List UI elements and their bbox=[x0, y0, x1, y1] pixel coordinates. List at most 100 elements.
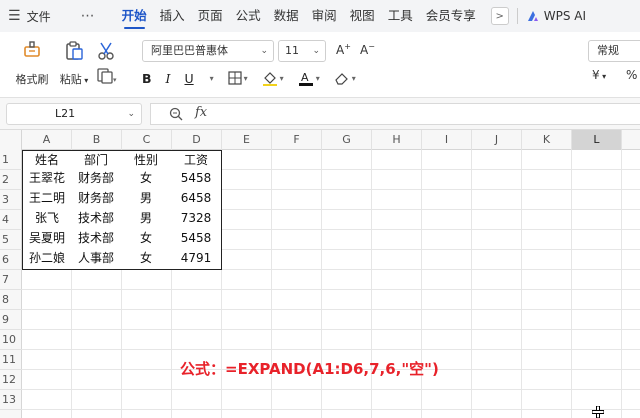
menu-separator bbox=[516, 8, 518, 24]
table-cell[interactable]: 女 bbox=[121, 229, 172, 250]
table-cell[interactable]: 女 bbox=[121, 249, 172, 270]
format-painter-button[interactable]: 格式刷 bbox=[12, 40, 52, 87]
column-header-d[interactable]: D bbox=[172, 130, 222, 150]
table-cell[interactable]: 4791 bbox=[171, 249, 222, 270]
select-all-corner[interactable] bbox=[0, 130, 22, 150]
table-cell[interactable]: 男 bbox=[121, 209, 172, 230]
tab-tools[interactable]: 工具 bbox=[388, 0, 413, 32]
table-cell[interactable]: 5458 bbox=[171, 229, 222, 250]
tab-data[interactable]: 数据 bbox=[274, 0, 299, 32]
table-cell[interactable]: 5458 bbox=[171, 169, 222, 190]
row-header-2[interactable]: 2 bbox=[0, 170, 22, 190]
row-header-13[interactable]: 13 bbox=[0, 390, 22, 410]
column-header-a[interactable]: A bbox=[22, 130, 72, 150]
row-header-6[interactable]: 6 bbox=[0, 250, 22, 270]
row-header-12[interactable]: 12 bbox=[0, 370, 22, 390]
row-gridline bbox=[22, 349, 640, 350]
font-size-select[interactable]: 11 ⌄ bbox=[278, 40, 326, 62]
row-gridline bbox=[22, 289, 640, 290]
more-icon[interactable]: ⋯ bbox=[81, 8, 96, 24]
toolbar: 格式刷 粘贴 ▾ ▾ 阿里巴巴普惠体 ⌄ 11 ⌄ A+ A− B I U ▾ … bbox=[0, 32, 640, 98]
row-header-8[interactable]: 8 bbox=[0, 290, 22, 310]
row-header-9[interactable]: 9 bbox=[0, 310, 22, 330]
table-cell[interactable]: 王翠花 bbox=[22, 169, 72, 190]
chevron-down-icon: ⌄ bbox=[260, 46, 268, 56]
increase-font-size-icon[interactable]: A+ bbox=[336, 42, 351, 57]
tab-review[interactable]: 审阅 bbox=[312, 0, 337, 32]
column-header-k[interactable]: K bbox=[522, 130, 572, 150]
currency-button[interactable]: ¥ ▾ bbox=[592, 68, 606, 82]
underline-options-icon[interactable]: ▾ bbox=[208, 74, 214, 83]
fill-color-button[interactable]: ▾ bbox=[262, 70, 284, 86]
column-header-j[interactable]: J bbox=[472, 130, 522, 150]
column-header-l[interactable]: L bbox=[572, 130, 622, 150]
row-header-3[interactable]: 3 bbox=[0, 190, 22, 210]
tab-insert[interactable]: 插入 bbox=[160, 0, 185, 32]
paste-icon bbox=[66, 41, 83, 60]
table-cell[interactable]: 人事部 bbox=[71, 249, 122, 270]
table-header-cell[interactable]: 性别 bbox=[121, 150, 172, 170]
number-format-select[interactable]: 常规 bbox=[588, 40, 640, 62]
name-box[interactable]: L21 ⌄ bbox=[6, 103, 142, 125]
table-cell[interactable]: 王二明 bbox=[22, 189, 72, 210]
font-size-value: 11 bbox=[285, 44, 299, 57]
table-cell[interactable]: 吴夏明 bbox=[22, 229, 72, 250]
column-header-b[interactable]: B bbox=[72, 130, 122, 150]
column-header-e[interactable]: E bbox=[222, 130, 272, 150]
font-name-select[interactable]: 阿里巴巴普惠体 ⌄ bbox=[142, 40, 274, 62]
table-header-cell[interactable]: 姓名 bbox=[22, 150, 72, 170]
italic-button[interactable]: I bbox=[166, 71, 171, 86]
column-header-c[interactable]: C bbox=[122, 130, 172, 150]
clear-format-button[interactable]: ▾ bbox=[334, 70, 356, 86]
table-cell[interactable]: 财务部 bbox=[71, 169, 122, 190]
wps-ai-button[interactable]: WPS AI bbox=[526, 9, 586, 23]
percent-button[interactable]: % bbox=[626, 68, 637, 82]
tab-home[interactable]: 开始 bbox=[122, 0, 147, 32]
table-cell[interactable]: 男 bbox=[121, 189, 172, 210]
cut-button[interactable] bbox=[86, 40, 126, 65]
file-menu[interactable]: ☰ 文件 bbox=[0, 8, 51, 25]
table-header-cell[interactable]: 工资 bbox=[171, 150, 222, 170]
table-cell[interactable]: 6458 bbox=[171, 189, 222, 210]
table-cell[interactable]: 女 bbox=[121, 169, 172, 190]
tab-view[interactable]: 视图 bbox=[350, 0, 375, 32]
table-cell[interactable]: 技术部 bbox=[71, 209, 122, 230]
tab-member[interactable]: 会员专享 bbox=[426, 0, 476, 32]
font-color-button[interactable]: A ▾ bbox=[298, 70, 320, 86]
decrease-font-size-icon[interactable]: A− bbox=[360, 42, 375, 57]
column-header-h[interactable]: H bbox=[372, 130, 422, 150]
table-cell[interactable]: 孙二娘 bbox=[22, 249, 72, 270]
column-header-f[interactable]: F bbox=[272, 130, 322, 150]
fx-icon[interactable]: fx bbox=[195, 105, 207, 120]
underline-button[interactable]: U bbox=[184, 71, 193, 86]
bold-button[interactable]: B bbox=[142, 71, 152, 86]
copy-button[interactable]: ▾ bbox=[86, 68, 126, 84]
tab-page[interactable]: 页面 bbox=[198, 0, 223, 32]
row-header-1[interactable]: 1 bbox=[0, 150, 22, 170]
spreadsheet-grid[interactable]: ABCDEFGHIJKL 1 2 3 4 5 6 7 8 9 10 11 12 13 姓名 部门 性别 工资王… bbox=[0, 130, 640, 418]
table-cell[interactable]: 财务部 bbox=[71, 189, 122, 210]
row-header-5[interactable]: 5 bbox=[0, 230, 22, 250]
ribbon-tabs: 开始 插入 页面 公式 数据 审阅 视图 工具 会员专享 > bbox=[122, 0, 509, 32]
row-header-7[interactable]: 7 bbox=[0, 270, 22, 290]
tabs-scroll-right-icon[interactable]: > bbox=[490, 7, 509, 25]
table-cell[interactable]: 7328 bbox=[171, 209, 222, 230]
row-header-10[interactable]: 10 bbox=[0, 330, 22, 350]
row-header-11[interactable]: 11 bbox=[0, 350, 22, 370]
table-header-cell[interactable]: 部门 bbox=[71, 150, 122, 170]
row-header-4[interactable]: 4 bbox=[0, 210, 22, 230]
borders-button[interactable]: ▾ bbox=[228, 71, 248, 85]
cross-cursor-icon bbox=[592, 406, 604, 418]
tab-formulas[interactable]: 公式 bbox=[236, 0, 261, 32]
column-gridline bbox=[471, 150, 472, 418]
column-header-g[interactable]: G bbox=[322, 130, 372, 150]
paint-bucket-icon bbox=[262, 72, 277, 86]
row-headers: 1 2 3 4 5 6 7 8 9 10 11 12 13 bbox=[0, 150, 22, 418]
format-row: B I U ▾ ▾ ▾ A ▾ ▾ bbox=[142, 68, 370, 88]
hamburger-icon: ☰ bbox=[8, 8, 21, 24]
zoom-icon[interactable] bbox=[169, 107, 183, 121]
formula-input[interactable]: fx bbox=[150, 103, 640, 125]
table-cell[interactable]: 技术部 bbox=[71, 229, 122, 250]
table-cell[interactable]: 张飞 bbox=[22, 209, 72, 230]
column-header-i[interactable]: I bbox=[422, 130, 472, 150]
